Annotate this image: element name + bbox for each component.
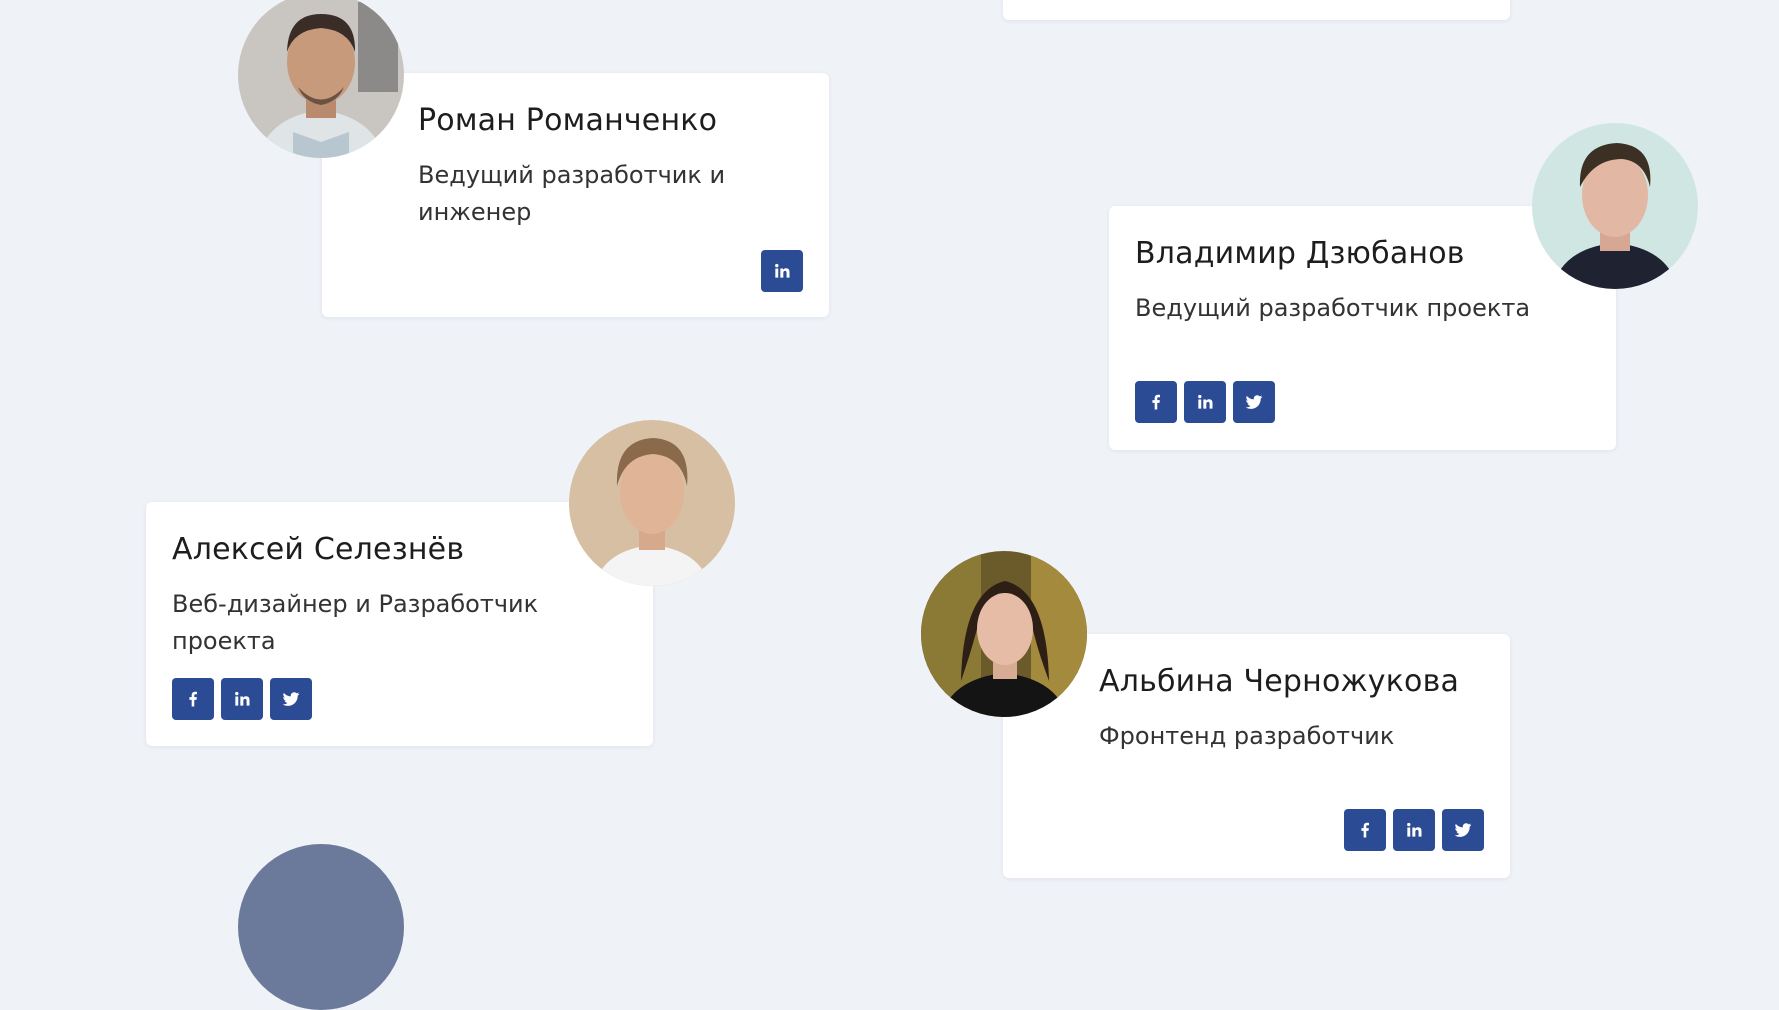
linkedin-button[interactable] — [1184, 381, 1226, 423]
member-role: Фронтенд разработчик — [1099, 722, 1395, 750]
member-role: Веб-дизайнер и Разработчик проекта — [172, 590, 539, 655]
team-card: Альбина Черножукова Фронтенд разработчик — [1003, 634, 1510, 878]
member-name: Роман Романченко — [418, 103, 718, 138]
facebook-icon — [1152, 394, 1160, 410]
facebook-icon — [189, 691, 197, 707]
linkedin-icon — [235, 691, 250, 706]
member-name: Алексей Селезнёв — [172, 532, 465, 567]
member-name: Владимир Дзюбанов — [1135, 236, 1465, 271]
linkedin-icon — [1198, 394, 1213, 409]
twitter-icon — [1454, 823, 1472, 837]
linkedin-button[interactable] — [1393, 809, 1435, 851]
team-card-partial-top — [1003, 0, 1510, 20]
facebook-icon — [1361, 822, 1369, 838]
member-role: Ведущий разработчик проекта — [1135, 294, 1531, 322]
twitter-button[interactable] — [1233, 381, 1275, 423]
social-links — [761, 250, 803, 292]
social-links — [1135, 381, 1275, 423]
linkedin-icon — [1407, 822, 1422, 837]
avatar — [1532, 123, 1698, 289]
linkedin-button[interactable] — [761, 250, 803, 292]
member-role: Ведущий разработчик и инженер — [418, 161, 726, 226]
twitter-icon — [1245, 395, 1263, 409]
facebook-button[interactable] — [172, 678, 214, 720]
avatar-partial — [238, 844, 404, 1010]
social-links — [1344, 809, 1484, 851]
twitter-button[interactable] — [1442, 809, 1484, 851]
social-links — [172, 678, 312, 720]
team-card: Роман Романченко Ведущий разработчик и и… — [322, 73, 829, 317]
member-name: Альбина Черножукова — [1099, 664, 1460, 699]
linkedin-icon — [775, 263, 790, 278]
facebook-button[interactable] — [1135, 381, 1177, 423]
facebook-button[interactable] — [1344, 809, 1386, 851]
twitter-icon — [282, 692, 300, 706]
twitter-button[interactable] — [270, 678, 312, 720]
avatar — [921, 551, 1087, 717]
linkedin-button[interactable] — [221, 678, 263, 720]
avatar — [569, 420, 735, 586]
